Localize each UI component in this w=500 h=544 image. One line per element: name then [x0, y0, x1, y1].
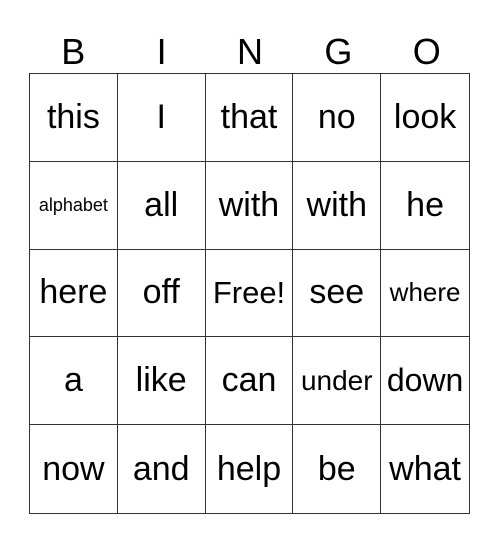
bingo-cell: help	[206, 425, 294, 513]
bingo-cell: I	[117, 74, 206, 162]
bingo-cell: where	[381, 250, 469, 338]
bingo-cell: this	[30, 74, 118, 162]
bingo-cell: that	[205, 74, 294, 162]
bingo-cell: like	[117, 337, 206, 426]
bingo-cell: and	[118, 425, 206, 513]
header-letter-g: G	[324, 31, 353, 72]
bingo-cell: look	[381, 74, 469, 162]
bingo-cell: see	[293, 249, 382, 338]
header-letter-b: B	[61, 31, 86, 72]
bingo-grid: this I that no look alphabet all with wi…	[29, 73, 470, 514]
free-space-cell: Free!	[205, 249, 294, 338]
bingo-cell: down	[381, 337, 469, 426]
bingo-cell: here	[30, 249, 118, 338]
bingo-cell: can	[205, 337, 294, 426]
bingo-cell: under	[293, 337, 382, 426]
bingo-cell: no	[293, 74, 382, 162]
bingo-cell: alphabet	[30, 161, 118, 250]
bingo-cell: with	[293, 161, 382, 250]
bingo-cell: all	[117, 161, 206, 250]
bingo-cell: now	[30, 425, 118, 513]
header-letter-n: N	[236, 31, 263, 72]
bingo-cell: what	[389, 449, 461, 488]
header-letter-i: I	[156, 31, 167, 72]
bingo-cell: be	[293, 425, 382, 513]
bingo-cell: a	[30, 337, 118, 426]
header-letter-o: O	[412, 31, 441, 72]
bingo-cell: off	[117, 249, 206, 338]
bingo-cell: with	[205, 161, 294, 250]
bingo-header: B I N G O	[29, 30, 471, 74]
bingo-cell: he	[381, 162, 469, 250]
